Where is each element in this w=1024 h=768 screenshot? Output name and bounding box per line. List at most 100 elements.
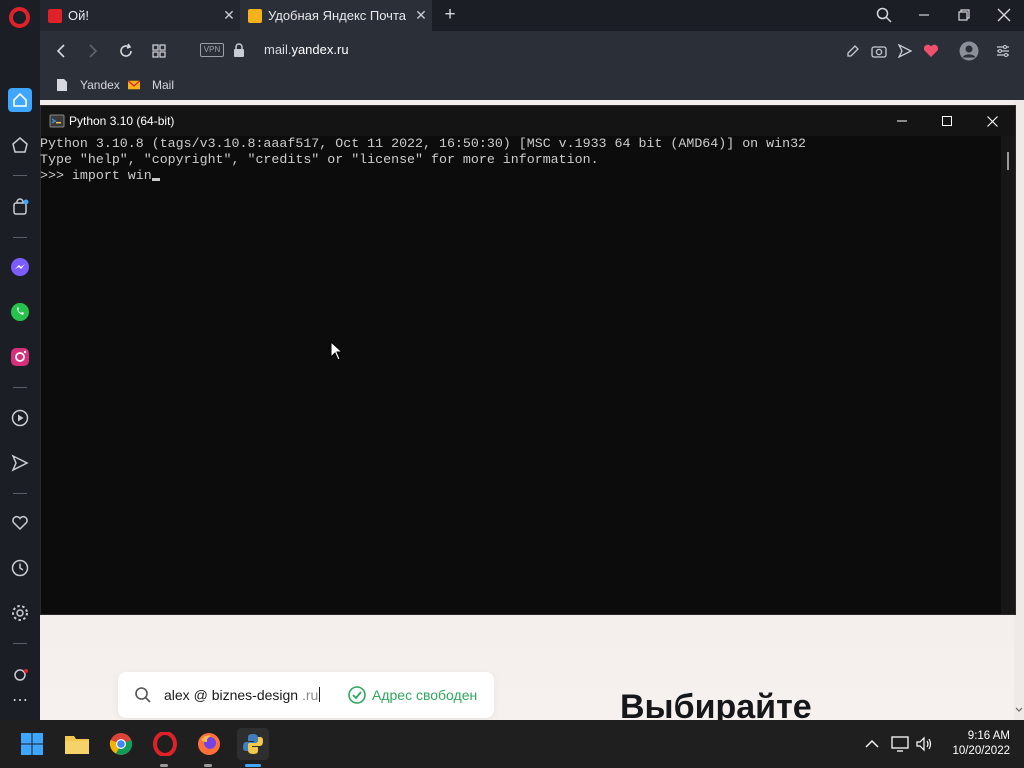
console-input-text: >>> import win [40, 168, 152, 183]
chrome-icon[interactable] [105, 728, 137, 760]
bookmark-yandex[interactable]: Yandex [56, 76, 120, 94]
opera-sidebar: ⋯ [0, 0, 40, 720]
bookmark-mail[interactable]: Mail [128, 76, 174, 94]
sidebar-divider [13, 643, 27, 644]
reload-icon[interactable] [115, 40, 137, 62]
email-at: @ [193, 687, 208, 703]
profile-avatar-icon[interactable] [958, 40, 980, 62]
edit-icon[interactable] [842, 40, 864, 62]
text-cursor [319, 687, 321, 702]
messenger-icon[interactable] [8, 255, 32, 279]
close-icon[interactable]: ✕ [218, 7, 240, 24]
home-icon[interactable] [8, 88, 32, 112]
console-input-line: >>> import win [40, 168, 1001, 184]
running-indicator [204, 764, 212, 767]
heart-icon[interactable] [920, 40, 942, 62]
scroll-down-icon[interactable] [1015, 707, 1023, 713]
console-scroll-thumb[interactable] [1007, 152, 1009, 170]
tab-title: Удобная Яндекс Почта с э [268, 8, 410, 23]
mouse-pointer-icon [330, 341, 343, 361]
whatsapp-icon[interactable] [8, 300, 32, 324]
tab-title: Ой! [68, 8, 89, 23]
tab-oops[interactable]: Ой! ✕ [40, 0, 240, 31]
instagram-icon[interactable] [8, 345, 32, 369]
send-icon[interactable] [8, 451, 32, 475]
yandex-mail-logo-icon [248, 8, 262, 23]
sidebar-divider [13, 237, 27, 238]
close-window-icon[interactable] [992, 4, 1016, 26]
forward-icon[interactable] [82, 40, 104, 62]
bookmarks-bar: Yandex Mail [40, 70, 1024, 100]
console-line: Python 3.10.8 (tags/v3.10.8:aaaf517, Oct… [40, 136, 807, 151]
file-explorer-icon[interactable] [61, 728, 93, 760]
favorites-heart-icon[interactable] [8, 511, 32, 535]
console-close-icon[interactable] [969, 106, 1015, 136]
console-titlebar[interactable]: Python 3.10 (64-bit) [41, 106, 1015, 136]
back-icon[interactable] [50, 40, 72, 62]
python-taskbar-icon[interactable] [237, 728, 269, 760]
yandex-logo-icon [48, 8, 62, 23]
running-indicator [160, 764, 168, 767]
sidebar-divider [13, 175, 27, 176]
python-console-window[interactable]: Python 3.10 (64-bit) Python 3.10.8 (tags… [40, 105, 1016, 615]
tab-search-icon[interactable] [872, 4, 896, 26]
tab-yandex-mail[interactable]: Удобная Яндекс Почта с э ✕ [240, 0, 432, 31]
console-title: Python 3.10 (64-bit) [69, 114, 175, 128]
windows-taskbar: 9:16 AM 10/20/2022 [0, 720, 1024, 768]
console-minimize-icon[interactable] [879, 106, 925, 136]
bookmark-label: Mail [152, 78, 175, 92]
restore-icon[interactable] [952, 4, 976, 26]
page-icon [57, 79, 67, 91]
pinboard-icon[interactable] [8, 133, 32, 157]
firefox-icon[interactable] [193, 728, 225, 760]
console-maximize-icon[interactable] [924, 106, 970, 136]
email-tld: .ru [301, 687, 319, 703]
easy-setup-icon[interactable] [992, 40, 1014, 62]
address-bar: VPN mail.yandex.ru [40, 31, 1024, 70]
sidebar-divider [13, 387, 27, 388]
console-caret [151, 178, 160, 181]
minimize-icon[interactable] [912, 4, 936, 26]
tab-strip: Ой! ✕ Удобная Яндекс Почта с э ✕ + [40, 0, 1024, 31]
settings-gear-icon[interactable] [8, 601, 32, 625]
more-dots-icon[interactable]: ⋯ [8, 688, 32, 712]
console-output[interactable]: Python 3.10.8 (tags/v3.10.8:aaaf517, Oct… [40, 136, 1001, 614]
close-icon[interactable]: ✕ [410, 7, 432, 24]
history-clock-icon[interactable] [8, 556, 32, 580]
bookmark-label: Yandex [80, 78, 120, 92]
camera-icon[interactable] [868, 40, 890, 62]
check-circle-icon [348, 686, 366, 704]
url-field[interactable]: mail.yandex.ru [264, 42, 349, 57]
shopping-icon[interactable] [8, 195, 32, 219]
lock-icon[interactable] [233, 42, 245, 58]
email-address-field[interactable]: alex @ biznes-design .ru Адрес свободен [118, 672, 494, 718]
chevron-up-icon[interactable] [862, 734, 882, 754]
extensions-icon[interactable] [8, 660, 32, 684]
active-indicator [245, 764, 261, 767]
console-line: Type "help", "copyright", "credits" or "… [40, 152, 599, 167]
network-icon[interactable] [890, 734, 910, 754]
email-local: alex [164, 687, 190, 703]
url-domain: yandex.ru [291, 42, 349, 57]
availability-status: Адрес свободен [372, 687, 478, 703]
opera-menu-icon[interactable] [9, 7, 30, 28]
email-value: alex @ biznes-design .ru [164, 687, 321, 703]
screen: ⋯ Ой! ✕ Удобная Яндекс Почта с э ✕ + [0, 0, 1024, 768]
sidebar-divider [13, 493, 27, 494]
email-domain: biznes-design [211, 687, 299, 703]
clock-date: 10/20/2022 [952, 745, 1010, 757]
system-clock[interactable]: 9:16 AM 10/20/2022 [940, 729, 1010, 759]
mail-icon [128, 80, 140, 90]
send-icon[interactable] [894, 40, 916, 62]
tab-grid-icon[interactable] [148, 40, 170, 62]
opera-taskbar-icon[interactable] [149, 728, 181, 760]
vpn-badge[interactable]: VPN [200, 43, 224, 57]
console-scrollbar[interactable] [1001, 136, 1015, 614]
python-icon [49, 114, 65, 128]
start-button-icon[interactable] [16, 728, 48, 760]
page-headline: Выбирайте [620, 688, 812, 720]
search-icon [135, 687, 151, 703]
new-tab-plus-icon[interactable]: + [440, 4, 460, 26]
player-icon[interactable] [8, 406, 32, 430]
volume-icon[interactable] [915, 734, 935, 754]
